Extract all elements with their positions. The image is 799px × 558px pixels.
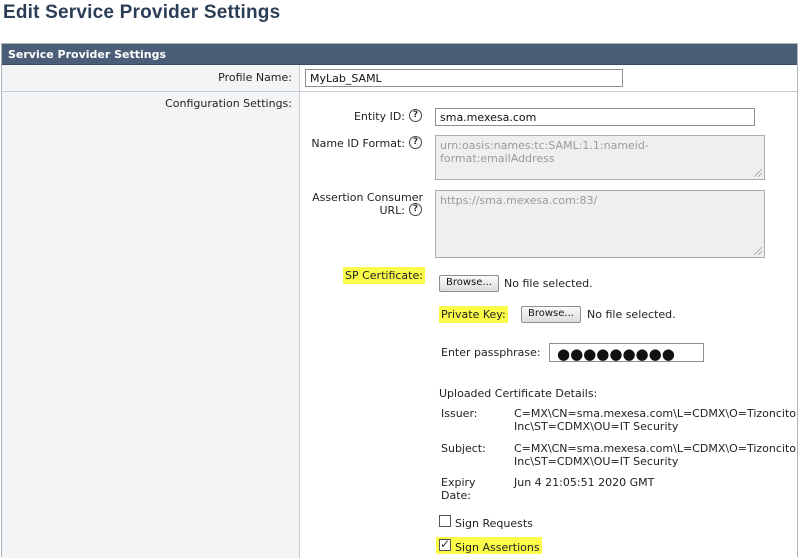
private-key-file-status: No file selected.	[587, 308, 676, 321]
sp-certificate-file-status: No file selected.	[504, 277, 593, 290]
issuer-value: C=MX\CN=sma.mexesa.com\L=CDMX\O=Tizoncit…	[514, 407, 796, 433]
private-key-browse-button[interactable]: Browse...	[521, 306, 581, 323]
resize-grip-icon[interactable]	[754, 169, 762, 177]
sign-requests-checkbox[interactable]	[439, 515, 451, 527]
panel-header: Service Provider Settings	[2, 44, 797, 65]
label-column	[2, 65, 299, 558]
acs-url-label-line1: Assertion Consumer	[312, 191, 423, 204]
expiry-date-value: Jun 4 21:05:51 2020 GMT	[514, 476, 655, 489]
service-provider-settings-panel: Service Provider Settings Profile Name: …	[1, 43, 798, 558]
sign-assertions-label: Sign Assertions	[455, 541, 540, 554]
subject-label: Subject:	[441, 442, 486, 455]
entity-id-help-icon[interactable]: ?	[409, 109, 422, 122]
acs-url-textarea[interactable]: https://sma.mexesa.com:83/	[435, 190, 765, 258]
acs-url-value: https://sma.mexesa.com:83/	[440, 194, 598, 207]
passphrase-label: Enter passphrase:	[441, 346, 541, 359]
sp-certificate-label: SP Certificate:	[343, 267, 425, 284]
profile-name-input[interactable]: MyLab_SAML	[305, 69, 623, 87]
private-key-label: Private Key:	[439, 306, 508, 323]
expiry-date-label: Expiry Date:	[441, 476, 476, 502]
resize-grip-icon[interactable]	[754, 247, 762, 255]
passphrase-input[interactable]: ●●●●●●●●●	[549, 343, 704, 362]
name-id-format-value: urn:oasis:names:tc:SAML:1.1:nameid-forma…	[440, 139, 649, 165]
acs-url-label-line2: URL:	[379, 204, 405, 217]
name-id-format-label: Name ID Format:	[311, 137, 405, 150]
sp-certificate-label-text: SP Certificate:	[343, 267, 425, 284]
profile-name-label: Profile Name:	[218, 71, 292, 84]
uploaded-cert-heading: Uploaded Certificate Details:	[439, 387, 598, 400]
name-id-format-textarea[interactable]: urn:oasis:names:tc:SAML:1.1:nameid-forma…	[435, 135, 765, 180]
column-divider	[299, 65, 300, 558]
page-title: Edit Service Provider Settings	[3, 2, 281, 23]
entity-id-label: Entity ID:	[353, 110, 405, 123]
name-id-format-help-icon[interactable]: ?	[409, 136, 422, 149]
expiry-label-line1: Expiry	[441, 476, 476, 489]
passphrase-mask: ●●●●●●●●●	[557, 345, 675, 362]
row-divider	[2, 91, 797, 92]
subject-value: C=MX\CN=sma.mexesa.com\L=CDMX\O=Tizoncit…	[514, 442, 796, 468]
sign-assertions-checkbox[interactable]	[439, 537, 451, 551]
issuer-label: Issuer:	[441, 407, 478, 420]
subject-value-line2: Inc\ST=CDMX\OU=IT Security	[514, 455, 679, 468]
private-key-label-text: Private Key:	[439, 306, 508, 323]
expiry-label-line2: Date:	[441, 489, 471, 502]
acs-url-help-icon[interactable]: ?	[409, 203, 422, 216]
sp-certificate-browse-button[interactable]: Browse...	[439, 275, 499, 292]
sign-requests-label: Sign Requests	[455, 517, 533, 530]
entity-id-input[interactable]: sma.mexesa.com	[435, 108, 755, 126]
subject-value-line1: C=MX\CN=sma.mexesa.com\L=CDMX\O=Tizoncit…	[514, 442, 796, 455]
configuration-settings-label: Configuration Settings:	[165, 97, 292, 110]
acs-url-label: Assertion Consumer URL:	[305, 191, 423, 217]
issuer-value-line1: C=MX\CN=sma.mexesa.com\L=CDMX\O=Tizoncit…	[514, 407, 796, 420]
issuer-value-line2: Inc\ST=CDMX\OU=IT Security	[514, 420, 679, 433]
